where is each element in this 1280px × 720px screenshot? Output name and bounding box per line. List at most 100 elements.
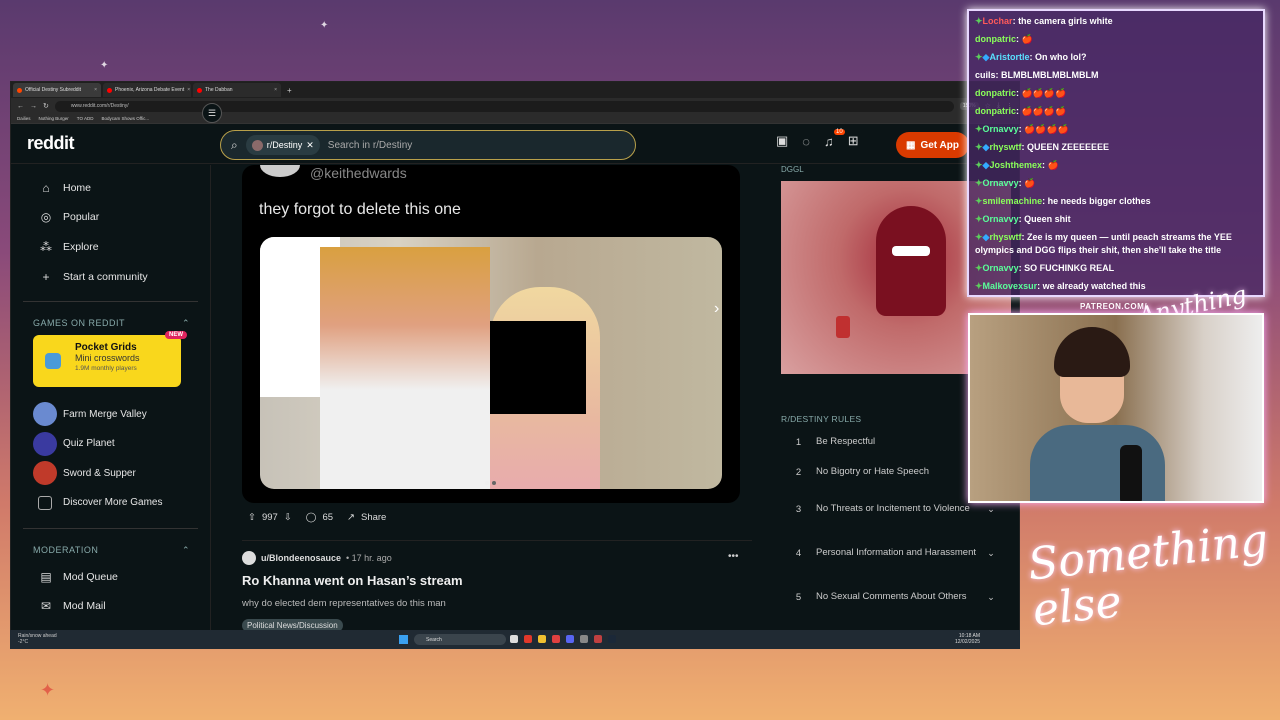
more-options-icon[interactable]: ••• xyxy=(728,551,739,562)
task-view-icon[interactable] xyxy=(510,635,518,643)
app-icon[interactable] xyxy=(580,635,588,643)
chat-username[interactable]: Malkovexsur xyxy=(983,281,1038,291)
game-farm-merge-valley[interactable]: Farm Merge Valley xyxy=(23,399,198,429)
forward-icon[interactable]: → xyxy=(30,103,37,110)
rule-item[interactable]: 5 No Sexual Comments About Others ⌄ xyxy=(781,575,1001,619)
back-icon[interactable]: ← xyxy=(17,103,24,110)
post-media[interactable]: @keithedwards they forgot to delete this… xyxy=(242,165,740,503)
app-icon[interactable] xyxy=(594,635,602,643)
new-tab-button[interactable]: + xyxy=(283,86,296,95)
chat-message: cuils: BLMBLMBLMBLMBLM xyxy=(975,70,1099,80)
notification-icon[interactable]: ♫ 10 xyxy=(824,128,845,149)
discover-more-games[interactable]: Discover More Games xyxy=(23,488,198,518)
share-icon: ↗ xyxy=(347,512,355,523)
pocket-grids-card[interactable]: Pocket Grids Mini crosswords 1.9M monthl… xyxy=(33,331,187,388)
chat-username[interactable]: donpatric xyxy=(975,88,1016,98)
chat-username[interactable]: rhyswtf xyxy=(989,232,1021,242)
chat-username[interactable]: donpatric xyxy=(975,106,1016,116)
taskbar-search[interactable]: Search xyxy=(414,634,506,645)
upvote-icon[interactable]: ⇧ xyxy=(248,512,256,523)
nav-start-community[interactable]: + Start a community xyxy=(23,262,198,292)
pocket-grids-icon xyxy=(45,353,61,370)
post-title[interactable]: Ro Khanna went on Hasan’s stream xyxy=(242,573,752,588)
discord-icon[interactable] xyxy=(566,635,574,643)
url-field[interactable]: www.reddit.com/r/Destiny/ xyxy=(54,100,954,112)
chat-username[interactable]: Aristortle xyxy=(989,52,1029,62)
weather-widget[interactable]: Rain/snow ahead -2°C xyxy=(18,633,57,645)
tweet-avatar xyxy=(260,165,300,177)
nav-explore[interactable]: ⁂ Explore xyxy=(23,232,198,262)
close-tab-icon[interactable]: × xyxy=(274,87,277,93)
chevron-down-icon: ⌄ xyxy=(987,503,995,514)
search-icon: ⌕ xyxy=(231,137,238,152)
game-sword-supper[interactable]: Sword & Supper xyxy=(23,459,198,489)
games-section-header[interactable]: GAMES ON REDDIT ⌃ xyxy=(23,318,198,329)
browser-tab[interactable]: Official Destiny Subreddit × xyxy=(13,83,101,97)
rule-item[interactable]: 4 Personal Information and Harassment ⌄ xyxy=(781,531,1001,575)
collapse-sidebar-button[interactable]: ☰ xyxy=(202,103,222,123)
get-app-button[interactable]: ▦ Get App xyxy=(896,132,969,158)
youtube-favicon-icon xyxy=(197,87,202,93)
chat-text: the camera girls white xyxy=(1018,16,1113,26)
microphone xyxy=(1120,445,1142,501)
nav-popular[interactable]: ◎ Popular xyxy=(23,203,198,233)
post-photo[interactable] xyxy=(260,237,722,489)
system-clock[interactable]: 10:18 AM 12/02/2025 xyxy=(955,633,980,645)
steam-icon[interactable] xyxy=(608,635,616,643)
chat-username[interactable]: Ornavvy xyxy=(983,124,1019,134)
chat-username[interactable]: Ornavvy xyxy=(983,178,1019,188)
chat-username[interactable]: donpatric xyxy=(975,34,1016,44)
tab-strip: Official Destiny Subreddit × Phoenix, Ari… xyxy=(11,82,1019,98)
qr-icon: ▦ xyxy=(906,139,916,151)
nav-mod-mail[interactable]: ✉ Mod Mail xyxy=(23,591,198,621)
nav-mod-queue[interactable]: ▤ Mod Queue xyxy=(23,562,198,592)
bookmark-item[interactable]: TO ADD xyxy=(77,116,94,121)
close-icon[interactable]: ✕ xyxy=(306,140,314,151)
comments-button[interactable]: ◯ 65 xyxy=(306,512,333,523)
chevron-right-icon[interactable]: › xyxy=(714,300,719,318)
create-post-icon[interactable]: ⊞ xyxy=(848,133,859,149)
browser-tab[interactable]: Phoenix, Arizona Debate Event × xyxy=(103,83,191,97)
youtube-favicon-icon xyxy=(107,87,112,93)
ads-icon[interactable]: ▣ xyxy=(776,133,788,149)
bookmark-item[interactable]: Nothing Burger xyxy=(39,116,69,121)
reload-icon[interactable]: ↻ xyxy=(43,102,49,110)
subreddit-chip[interactable]: r/Destiny ✕ xyxy=(245,135,320,155)
star-decoration: ✦ xyxy=(40,680,56,700)
chat-text: On who lol? xyxy=(1034,52,1087,62)
search-input[interactable]: ⌕ r/Destiny ✕ Search in r/Destiny xyxy=(220,130,636,160)
browser-tab[interactable]: The Dabban × xyxy=(193,83,281,97)
share-button[interactable]: ↗ Share xyxy=(347,512,386,523)
game-quiz-planet[interactable]: Quiz Planet xyxy=(23,429,198,459)
chat-username[interactable]: Ornavvy xyxy=(983,214,1019,224)
browser-icon[interactable] xyxy=(524,635,532,643)
bookmark-item[interactable]: Bodycam Shows Offic... xyxy=(101,116,149,121)
chat-icon[interactable]: ◌ xyxy=(802,134,810,149)
downvote-icon[interactable]: ⇩ xyxy=(284,512,292,523)
chat-text: we already watched this xyxy=(1042,281,1146,291)
chat-message: ✦Lochar: the camera girls white xyxy=(975,16,1113,26)
windows-start-icon[interactable] xyxy=(399,635,408,644)
reddit-logo[interactable]: reddit xyxy=(27,133,75,154)
chat-username[interactable]: cuils xyxy=(975,70,996,80)
chat-username[interactable]: Lochar xyxy=(983,16,1013,26)
post-card[interactable]: u/Blondeenosauce • 17 hr. ago ••• Ro Khan… xyxy=(242,540,752,633)
avatar[interactable] xyxy=(242,551,256,565)
divider xyxy=(23,301,198,303)
widget-label: DGGL xyxy=(781,165,804,174)
mail-icon: ✉ xyxy=(40,599,52,614)
chat-message: ✦◆rhyswtf: Zee is my queen — until peach… xyxy=(975,232,1232,255)
chat-message: donpatric: 🍎🍎🍎🍎 xyxy=(975,88,1067,98)
chat-username[interactable]: Joshthemex xyxy=(989,160,1042,170)
close-tab-icon[interactable]: × xyxy=(94,87,97,93)
bookmark-item[interactable]: Dailies xyxy=(17,116,31,121)
folder-icon[interactable] xyxy=(538,635,546,643)
chat-username[interactable]: rhyswtf xyxy=(989,142,1021,152)
chat-username[interactable]: Ornavvy xyxy=(983,263,1019,273)
tweet-text: they forgot to delete this one xyxy=(259,201,461,218)
moderation-section-header[interactable]: MODERATION ⌃ xyxy=(23,545,198,556)
app-icon[interactable] xyxy=(552,635,560,643)
chat-username[interactable]: smilemachine xyxy=(983,196,1043,206)
nav-home[interactable]: ⌂ Home xyxy=(23,173,198,203)
close-tab-icon[interactable]: × xyxy=(187,87,190,93)
